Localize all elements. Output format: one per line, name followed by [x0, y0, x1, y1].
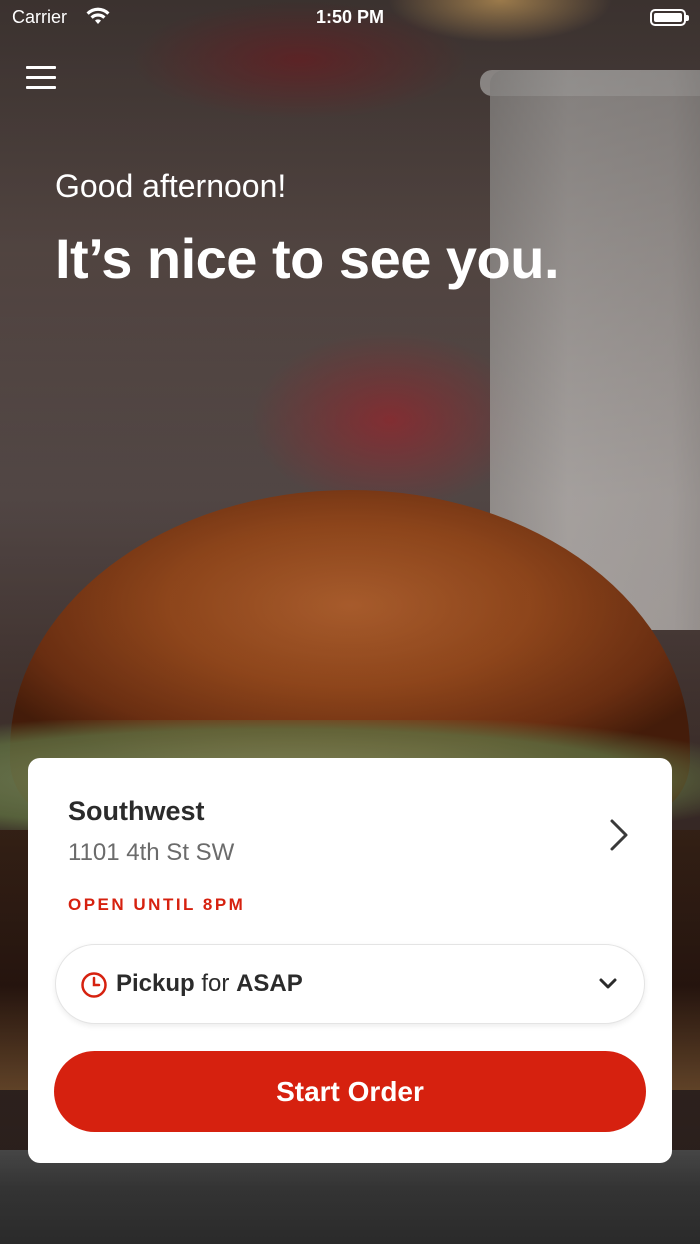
greeting-text: Good afternoon! [55, 168, 287, 204]
order-time-label: ASAP [236, 970, 303, 997]
store-selector[interactable]: Southwest 1101 4th St SW [68, 796, 642, 876]
pickup-time-selector[interactable]: Pickup for ASAP [55, 944, 645, 1024]
order-mode-connector: for [201, 970, 230, 997]
store-address: 1101 4th St SW [68, 839, 235, 866]
order-mode-label: Pickup [116, 970, 195, 997]
chevron-down-icon [599, 978, 617, 989]
hamburger-menu-icon[interactable] [26, 66, 56, 94]
welcome-headline: It’s nice to see you. [55, 227, 560, 290]
order-card: Southwest 1101 4th St SW OPEN UNTIL 8PM … [28, 758, 672, 1163]
start-order-button[interactable]: Start Order [54, 1051, 646, 1132]
pickup-summary: Pickup for ASAP [116, 970, 303, 998]
status-time: 1:50 PM [315, 7, 385, 27]
status-bar: Carrier 1:50 PM [0, 0, 700, 36]
store-name: Southwest [68, 796, 205, 826]
store-open-status: OPEN UNTIL 8PM [68, 895, 246, 914]
battery-icon [650, 9, 689, 26]
clock-icon [81, 972, 107, 998]
chevron-right-icon [610, 819, 628, 851]
